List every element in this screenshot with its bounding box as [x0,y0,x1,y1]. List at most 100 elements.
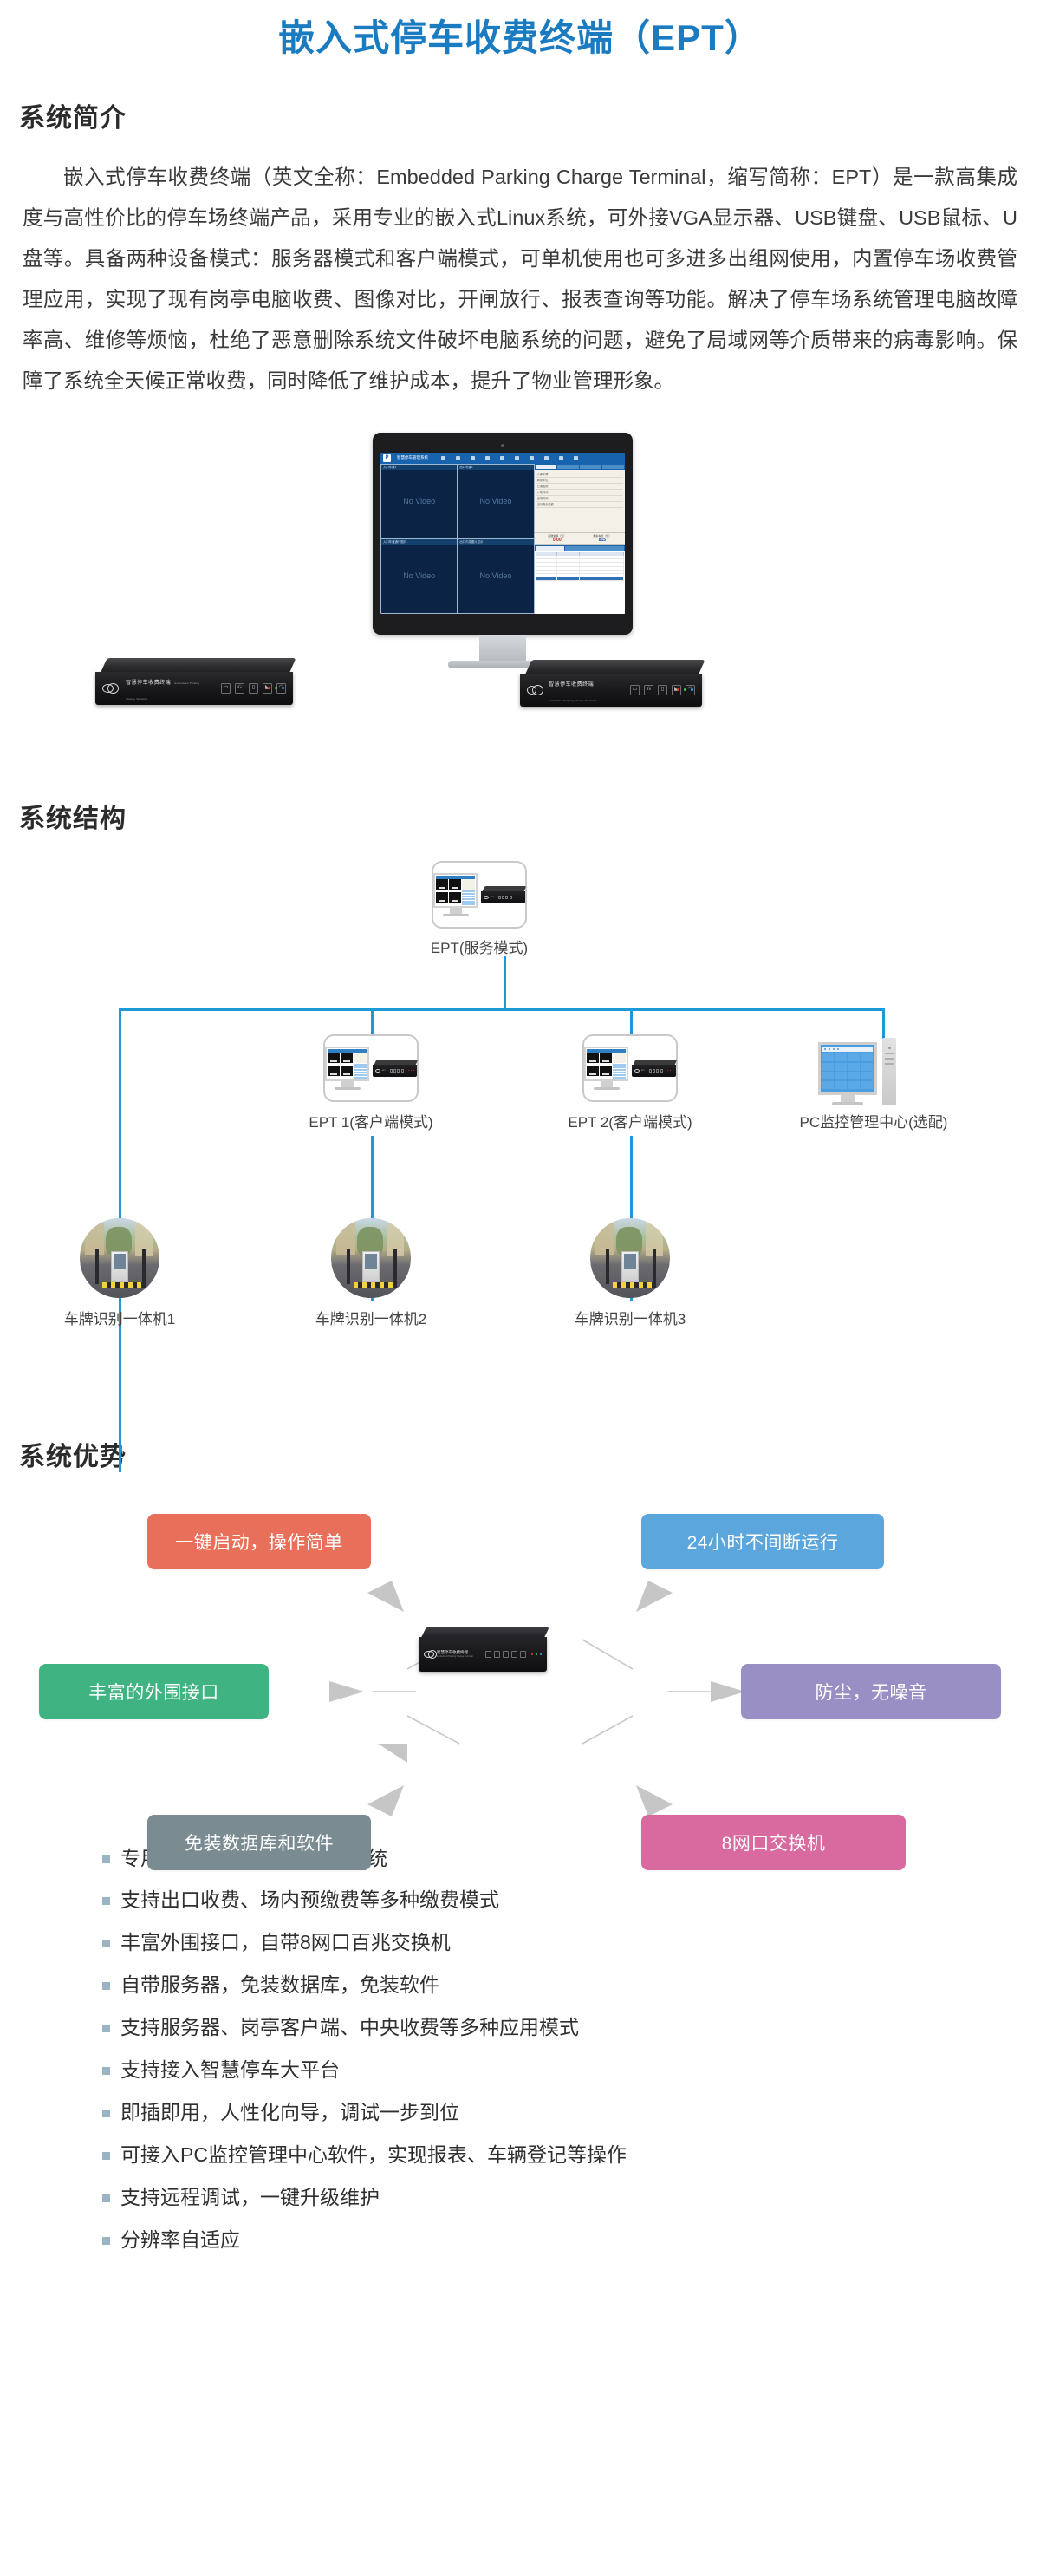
advantage-box-2[interactable]: 24小时不间断运行 [641,1513,884,1569]
node-lpr-camera-1[interactable] [80,1217,159,1298]
product-hero-images: P 智慧停车管理系统 入口车道1 No Video 出口车道1 No Video… [0,424,1040,771]
manual-exit-icon [485,455,490,460]
brand-logo-icon [527,685,544,696]
list-item-label: 丰富外围接口，自带8网口百兆交换机 [120,1931,451,1954]
mini-video-grid [436,878,461,905]
network-led-icon [282,687,284,689]
list-item-label: 支持远程调试，一键升级维护 [120,2185,380,2208]
webcam-icon [501,443,504,447]
list-item: 支持服务器、岗亭客户端、中央收费等多种应用模式 [102,2015,1040,2041]
video-cell-label: 出口内录图片显示 [458,538,534,545]
bullet-marker-icon [102,2066,110,2075]
advantage-box-3[interactable]: 丰富的外围接口 [39,1663,269,1719]
field-row: 入库车牌 [536,472,623,478]
video-cell: 入口车道通行图片 No Video [381,538,458,613]
device-brand: 智慧停车收费终端 Embedded Parking Charge Termina… [527,675,611,706]
advantage-box-4[interactable]: 防尘，无噪音 [741,1663,1001,1719]
video-cell-label: 入口车道通行图片 [381,538,458,545]
node-pc-center[interactable] [818,1037,896,1105]
bullet-marker-icon [102,1940,110,1948]
tab-exit[interactable] [557,464,580,469]
advantage-box-5[interactable]: 免装数据库和软件 [147,1814,371,1870]
mini-video-cell [449,878,461,890]
table-row[interactable] [535,577,624,582]
sim-icon: ▯ [658,684,667,695]
mini-device-icon: EPT [373,1059,419,1077]
app-right-panel: 入库车牌 剩余车位 已缴金额 入场时间 出场时间 当月剩余金额 应缴金额（元） [534,463,625,614]
power-icon [519,1650,526,1658]
list-item-label: 支持接入智慧停车大平台 [120,2058,340,2081]
list-item: 自带服务器，免装数据库，免装软件 [102,1973,1040,1999]
mini-device-icon: EPT [632,1059,678,1077]
settings-icon [559,455,563,460]
app-toolbar-icons [441,455,578,460]
connector-server-down [504,955,506,1010]
section-heading-structure: 系统结构 [19,804,127,833]
app-body: 入口车道1 No Video 出口车道1 No Video 入口车道通行图片 N… [380,463,625,614]
list-item-label: 可接入PC监控管理中心软件，实现报表、车辆登记等操作 [120,2142,627,2166]
field-row: 剩余车位 [536,478,623,484]
power-led-icon [677,688,679,691]
node-label-ept-client-1: EPT 1(客户端模式) [309,1113,433,1131]
mini-device-icon: EPT [481,885,527,903]
advantage-center-device: 智慧停车收费终端 Embedded Parking Charge Termina… [419,1627,549,1672]
tab-temp[interactable] [602,464,624,469]
vga-icon: ▭ [221,682,231,694]
bullet-marker-icon [102,2109,110,2117]
bullet-marker-icon [102,1897,110,1906]
node-ept-client-2[interactable]: EPT [582,1034,678,1102]
usb-icon [493,1650,500,1658]
mini-video-cell [449,892,461,903]
panel-tabs [534,463,625,470]
video-cell-status: No Video [479,571,512,580]
tab-all-records[interactable] [595,545,624,551]
vga-icon: ▭ [630,684,640,695]
network-led-icon [540,1653,542,1655]
video-cell: 出口车道1 No Video [458,464,534,538]
brand-text: 智慧停车收费终端 Embedded Parking Charge Termina… [549,681,596,702]
status-led-icon [536,1653,537,1655]
usb-icon: ⎌ [644,684,653,695]
bullet-marker-icon [102,2236,110,2245]
brand-logo-icon [375,1068,380,1073]
node-ept-server[interactable]: EPT [432,860,527,929]
node-lpr-camera-2[interactable] [331,1217,411,1298]
advantages-diagram: 一键启动，操作简单 24小时不间断运行 丰富的外围接口 防尘，无噪音 免装数据库… [0,1484,1040,1870]
list-item-label: 支持服务器、岗亭客户端、中央收费等多种应用模式 [120,2016,579,2039]
advantages-bullet-list: 专用于停车场管理的Linux系统 支持出口收费、场内预缴费等多种缴费模式 丰富外… [102,1846,1040,2253]
node-ept-client-1[interactable]: EPT [323,1034,419,1102]
status-led-icon [275,687,277,689]
tab-in-records[interactable] [535,545,565,551]
tab-out-records[interactable] [565,545,595,551]
video-cell-label: 入口车道1 [381,464,458,470]
mini-monitor-icon [584,1046,628,1090]
node-lpr-camera-3[interactable] [590,1217,670,1298]
node-label-ept-client-2: EPT 2(客户端模式) [568,1113,692,1131]
mini-screen [433,872,478,908]
structure-diagram: EPT EPT(服务模式) EPT EPT 1(客户端模式) EPT EPT 2… [0,845,1040,1472]
mini-monitor-icon [433,872,478,916]
video-cell-status: No Video [403,497,436,505]
advantage-box-1[interactable]: 一键启动，操作简单 [147,1513,371,1569]
tab-entry[interactable] [535,464,557,469]
records-tabs [534,545,625,551]
node-label-lpr-camera-3: 车牌识别一体机3 [574,1310,686,1327]
app-logo-icon: P [383,453,391,462]
pc-screen [818,1042,877,1095]
video-cell: 出口内录图片显示 No Video [458,538,534,613]
field-row: 已缴金额 [536,484,623,490]
product-page: 嵌入式停车收费终端（EPT） 系统简介 嵌入式停车收费终端（英文全称：Embed… [0,0,1040,2253]
manual-entry-icon [471,455,475,460]
node-label-lpr-camera-1: 车牌识别一体机1 [63,1310,176,1327]
device-front-left: 智慧停车收费终端 Embedded Parking Charge Termina… [95,657,296,705]
brand-logo-icon [424,1650,437,1660]
entry-open-icon [441,455,445,460]
pc-tower-icon [882,1037,896,1105]
device-leds [268,687,284,689]
brand-text: 智慧停车收费终端 Embedded Parking Charge Termina… [437,1650,473,1658]
edit-icon [500,455,504,460]
search-icon [530,455,534,460]
advantage-box-6[interactable]: 8网口交换机 [641,1814,906,1870]
tab-fixed[interactable] [580,464,602,469]
device-ports [484,1650,526,1658]
